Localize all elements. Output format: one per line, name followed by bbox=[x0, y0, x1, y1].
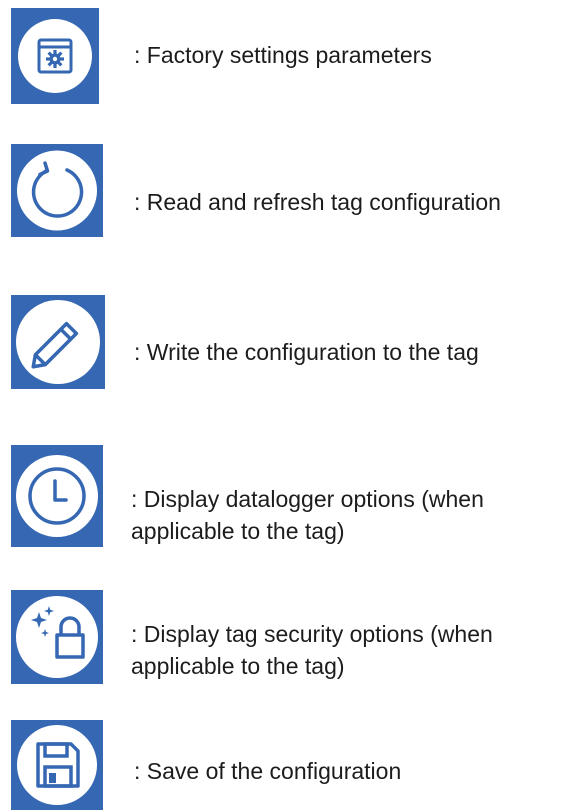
factory-settings-icon bbox=[18, 19, 92, 93]
pencil-icon bbox=[16, 300, 100, 384]
factory-settings-description: : Factory settings parameters bbox=[134, 42, 432, 68]
datalogger-description: : Display datalogger options (when appli… bbox=[131, 486, 484, 544]
floppy-disk-icon bbox=[17, 725, 97, 805]
security-button[interactable] bbox=[11, 590, 103, 684]
refresh-icon bbox=[17, 150, 97, 231]
refresh-button[interactable] bbox=[11, 144, 103, 237]
datalogger-button[interactable] bbox=[11, 445, 103, 547]
save-description: : Save of the configuration bbox=[134, 758, 402, 784]
clock-icon bbox=[16, 455, 98, 537]
save-button[interactable] bbox=[11, 720, 103, 810]
factory-settings-button[interactable] bbox=[11, 8, 99, 104]
write-button[interactable] bbox=[11, 295, 105, 389]
refresh-description: : Read and refresh tag configuration bbox=[134, 189, 501, 215]
write-description: : Write the configuration to the tag bbox=[134, 339, 479, 365]
lock-sparkle-icon bbox=[16, 596, 98, 678]
security-description: : Display tag security options (when app… bbox=[131, 621, 493, 679]
